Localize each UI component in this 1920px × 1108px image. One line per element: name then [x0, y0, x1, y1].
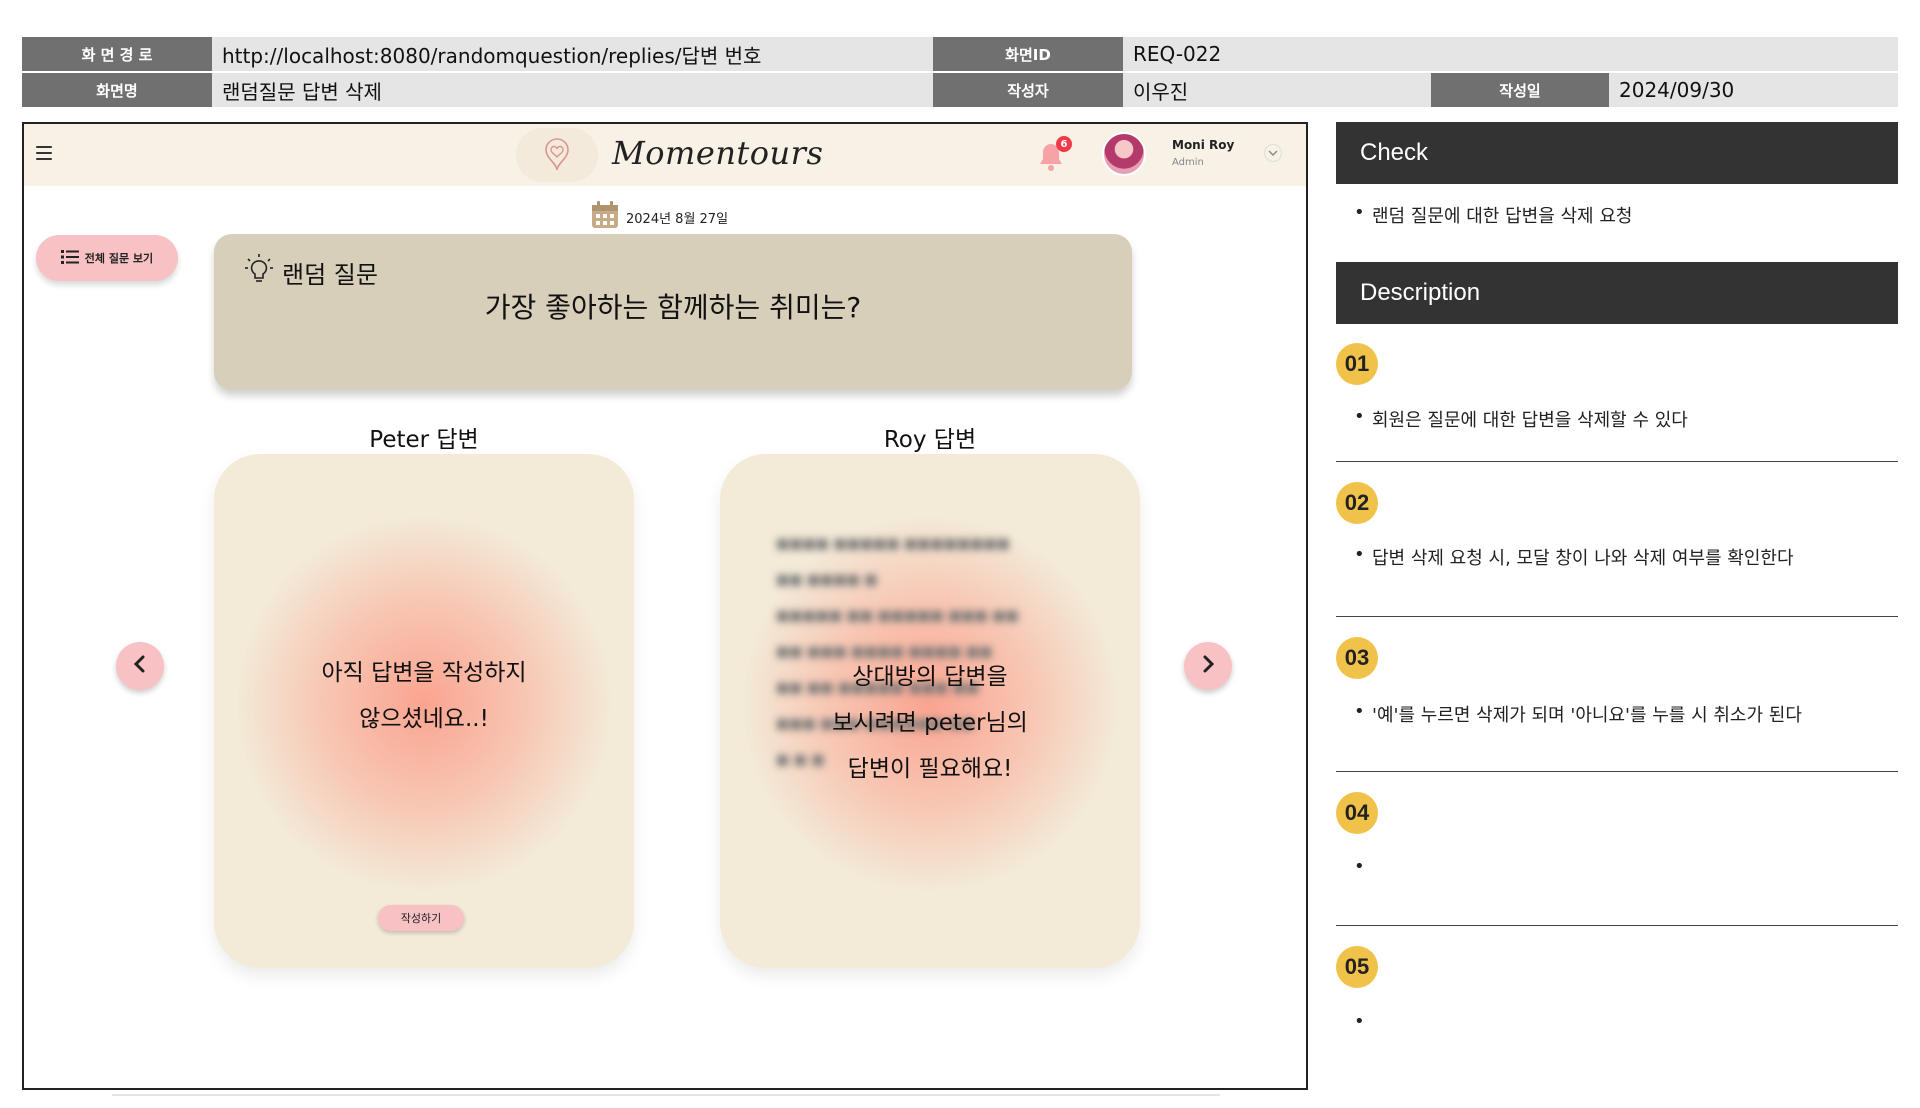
description-item: •: [1354, 856, 1365, 877]
calendar-icon: [590, 200, 620, 234]
roy-answer-title: Roy 답변: [883, 427, 977, 453]
peter-answer-line-2: 않으셨네요..!: [359, 706, 489, 732]
description-item: •: [1354, 1011, 1365, 1032]
description-item: • 답변 삭제 요청 시, 모달 창이 나와 삭제 여부를 확인한다: [1354, 544, 1794, 569]
roy-answer-line-3: 답변이 필요해요!: [847, 756, 1013, 782]
user-name: Moni Roy: [1172, 138, 1235, 152]
date-label: 작성일: [1431, 73, 1609, 107]
check-item: • 랜덤 질문에 대한 답변을 삭제 요청: [1354, 202, 1633, 227]
path-value: http://localhost:8080/randomquestion/rep…: [212, 37, 933, 71]
question-label-text: 랜덤 질문: [282, 260, 378, 289]
screen-id-label: 화면ID: [933, 37, 1123, 71]
description-item: • 회원은 질문에 대한 답변을 삭제할 수 있다: [1354, 406, 1688, 431]
peter-answer-message: 아직 답변을 작성하지 않으셨네요..!: [244, 650, 604, 742]
peter-answer-card: 아직 답변을 작성하지 않으셨네요..! 작성하기: [214, 454, 634, 968]
separator: [1336, 771, 1898, 772]
peter-answer-line-1: 아직 답변을 작성하지: [321, 660, 527, 686]
view-all-questions-label: 전체 질문 보기: [84, 252, 154, 265]
next-arrow-button[interactable]: [1184, 642, 1232, 690]
description-item-text: 답변 삭제 요청 시, 모달 창이 나와 삭제 여부를 확인한다: [1372, 548, 1794, 569]
question-text: 가장 좋아하는 함께하는 취미는?: [484, 291, 862, 324]
roy-answer-line-1: 상대방의 답변을: [852, 664, 1008, 690]
date-display: 2024년 8월 27일: [590, 200, 728, 234]
chevron-down-icon[interactable]: [1264, 144, 1282, 162]
check-header: Check: [1336, 122, 1898, 184]
author-label: 작성자: [933, 73, 1123, 107]
divider: [112, 1094, 1220, 1096]
description-item-text: 회원은 질문에 대한 답변을 삭제할 수 있다: [1372, 410, 1688, 431]
write-answer-button[interactable]: 작성하기: [378, 905, 464, 931]
list-icon: [60, 249, 79, 267]
notification-badge: 6: [1056, 136, 1072, 152]
separator: [1336, 616, 1898, 617]
description-item: • '예'를 누르면 삭제가 되며 '아니요'를 누를 시 취소가 된다: [1354, 701, 1802, 726]
view-all-questions-button[interactable]: 전체 질문 보기: [36, 235, 178, 281]
screen-name-label: 화면명: [22, 73, 212, 107]
brand-logo-text[interactable]: Momentours: [612, 134, 823, 172]
roy-answer-line-2: 보시려면 peter님의: [832, 710, 1028, 736]
bell-icon[interactable]: 6: [1034, 136, 1074, 172]
step-badge: 04: [1336, 792, 1378, 834]
separator: [1336, 925, 1898, 926]
step-badge: 03: [1336, 637, 1378, 679]
description-item-text: '예'를 누르면 삭제가 되며 '아니요'를 누를 시 취소가 된다: [1372, 705, 1802, 726]
top-navbar: Momentours 6 Moni Roy Admin: [24, 124, 1306, 186]
user-role: Admin: [1172, 157, 1204, 168]
separator: [1336, 461, 1898, 462]
path-label: 화 면 경 로: [22, 37, 212, 71]
description-header: Description: [1336, 262, 1898, 324]
author-value: 이우진: [1123, 73, 1431, 107]
peter-answer-title: Peter 답변: [369, 427, 479, 453]
app-screen: Momentours 6 Moni Roy Admin 2024년 8월 27일…: [22, 122, 1308, 1090]
step-badge: 05: [1336, 946, 1378, 988]
logo-icon[interactable]: [516, 128, 598, 182]
prev-arrow-button[interactable]: [116, 642, 164, 690]
chevron-right-icon: [1200, 655, 1216, 677]
check-item-text: 랜덤 질문에 대한 답변을 삭제 요청: [1372, 206, 1633, 227]
date-value: 2024/09/30: [1609, 73, 1898, 107]
avatar[interactable]: [1102, 132, 1146, 176]
step-badge: 02: [1336, 482, 1378, 524]
roy-answer-card: ■■■■ ■■■■■ ■■■■■■■■ ■■ ■■■■ ■ ■■■■■ ■■ ■■■…: [720, 454, 1140, 968]
step-badge: 01: [1336, 343, 1378, 385]
chevron-left-icon: [132, 655, 148, 677]
hamburger-icon[interactable]: [36, 146, 52, 160]
screen-name-value: 랜덤질문 답변 삭제: [212, 73, 933, 107]
screen-id-value: REQ-022: [1123, 37, 1898, 71]
question-box: 랜덤 질문 가장 좋아하는 함께하는 취미는?: [214, 234, 1132, 390]
roy-answer-message: 상대방의 답변을 보시려면 peter님의 답변이 필요해요!: [750, 654, 1110, 792]
date-text: 2024년 8월 27일: [626, 211, 729, 227]
